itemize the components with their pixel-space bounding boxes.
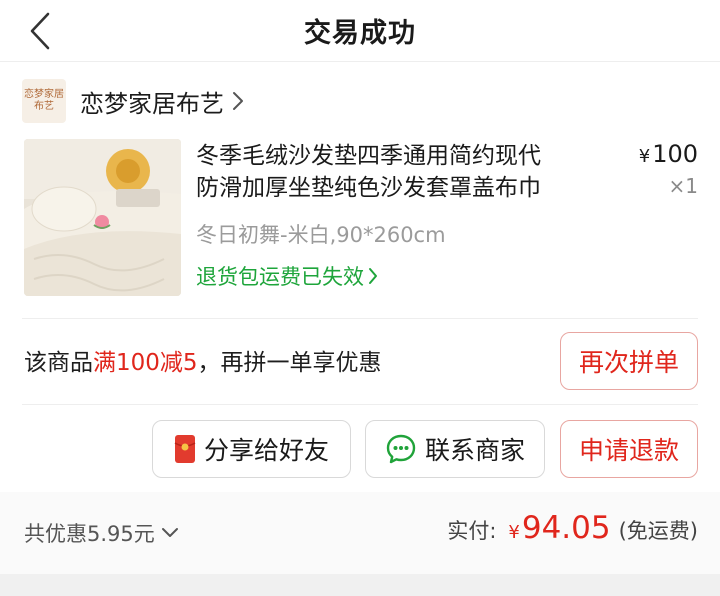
return-shipping-status[interactable]: 退货包运费已失效 [196, 261, 378, 291]
chat-bubble-icon [385, 433, 417, 465]
paid-total: 实付: ¥ 94.05 (免运费) [447, 510, 698, 546]
product-quantity: ×1 [668, 174, 698, 198]
discount-summary[interactable]: 共优惠5.95元 [24, 518, 179, 548]
product-sku: 冬日初舞-米白,90*260cm [196, 223, 446, 247]
bottom-spacer [0, 574, 720, 596]
product-title[interactable]: 冬季毛绒沙发垫四季通用简约现代 防滑加厚坐垫纯色沙发套罩盖布巾 [196, 140, 616, 204]
chevron-left-icon [30, 12, 50, 50]
divider [22, 318, 698, 319]
product-price: ¥ 100 [638, 140, 698, 168]
chevron-down-icon [161, 528, 178, 537]
promo-text: 该商品满100减5，再拼一单享优惠 [24, 350, 382, 376]
refund-request-button[interactable]: 申请退款 [560, 420, 698, 478]
divider [22, 404, 698, 405]
back-button[interactable] [20, 9, 60, 53]
promo-highlight: 满100减5 [93, 350, 198, 376]
product-image[interactable] [24, 139, 181, 296]
shop-link[interactable]: 恋梦家居布艺 恋梦家居布艺 [22, 78, 702, 124]
reorder-button[interactable]: 再次拼单 [560, 332, 698, 390]
header: 交易成功 [0, 0, 720, 62]
red-envelope-icon [174, 434, 196, 464]
shipping-note: (免运费) [618, 519, 698, 543]
shop-logo: 恋梦家居布艺 [22, 79, 66, 123]
paid-amount: 94.05 [521, 510, 611, 546]
chevron-right-icon [232, 91, 244, 111]
chevron-right-icon [369, 268, 377, 284]
page-title: 交易成功 [304, 18, 416, 49]
share-button[interactable]: 分享给好友 [152, 420, 351, 478]
shop-name: 恋梦家居布艺 [80, 89, 224, 118]
contact-seller-button[interactable]: 联系商家 [365, 420, 545, 478]
